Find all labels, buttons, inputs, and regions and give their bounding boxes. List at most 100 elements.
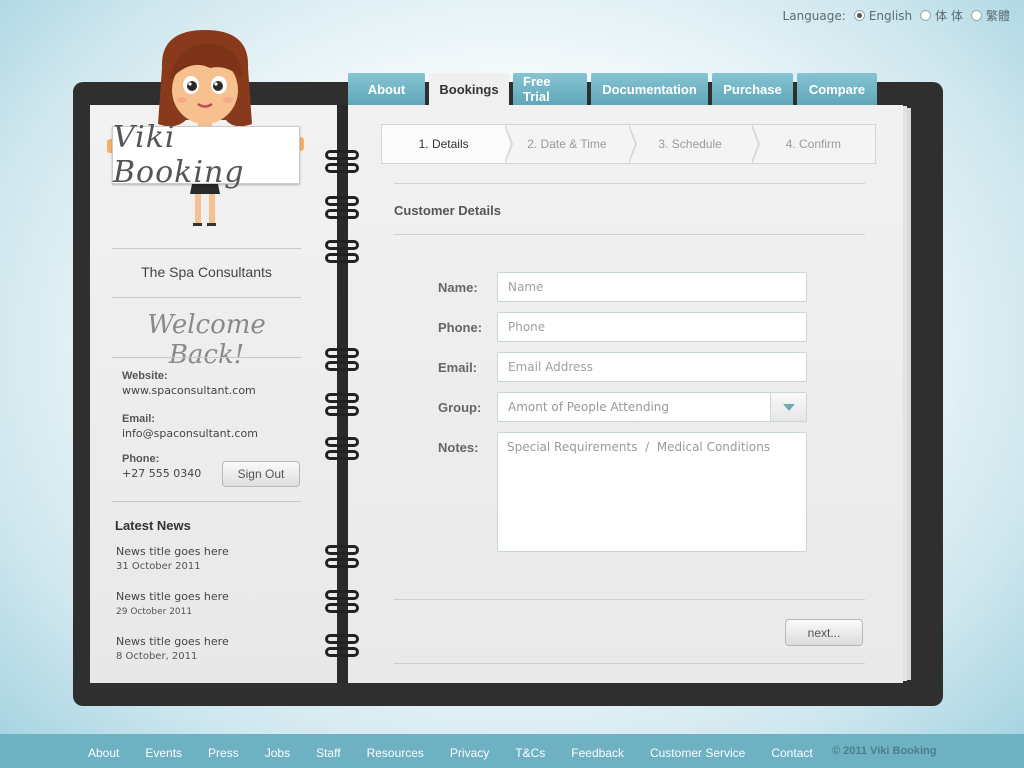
binder-ring <box>325 558 359 568</box>
binder-ring <box>325 150 359 160</box>
sign-out-button[interactable]: Sign Out <box>222 461 300 487</box>
language-bar: Language: English 体 体 繁體 <box>783 7 1010 24</box>
name-label: Name: <box>438 280 478 295</box>
binder-ring <box>325 253 359 263</box>
footer-link-resources[interactable]: Resources <box>367 746 424 760</box>
footer-link-events[interactable]: Events <box>145 746 182 760</box>
tab-bookings[interactable]: Bookings <box>429 73 509 105</box>
binder-ring <box>325 209 359 219</box>
binder-ring <box>325 603 359 613</box>
footer-link-contact[interactable]: Contact <box>771 746 812 760</box>
binder-ring <box>325 393 359 403</box>
language-option-english[interactable]: English <box>853 8 913 23</box>
notes-label: Notes: <box>438 440 479 455</box>
company-name: The Spa Consultants <box>141 264 272 280</box>
footer-link-feedback[interactable]: Feedback <box>571 746 624 760</box>
language-option-label: 繁體 <box>985 9 1010 23</box>
news-title-link[interactable]: News title goes here <box>116 635 229 648</box>
footer-link-tcs[interactable]: T&Cs <box>515 746 545 760</box>
divider <box>112 501 301 502</box>
language-option-label: 体 体 <box>935 9 963 23</box>
radio-english[interactable] <box>853 10 865 21</box>
step-label: 4. Confirm <box>785 137 842 151</box>
tab-compare[interactable]: Compare <box>797 73 877 105</box>
tab-free-trial[interactable]: Free Trial <box>513 73 587 105</box>
website-label: Website: <box>122 370 168 382</box>
news-date: 31 October 2011 <box>116 561 201 572</box>
divider <box>112 248 301 249</box>
divider <box>394 234 865 235</box>
brand-logo-text: Viki Booking <box>113 120 245 190</box>
binder-ring <box>325 361 359 371</box>
language-option-traditional[interactable]: 繁體 <box>970 7 1010 24</box>
binder-ring <box>325 406 359 416</box>
notes-textarea[interactable] <box>497 432 807 552</box>
group-select-value: Amont of People Attending <box>508 400 669 414</box>
step-date-time[interactable]: 2. Date & Time <box>505 124 637 164</box>
binder-ring <box>325 647 359 657</box>
language-label: Language: <box>782 8 846 23</box>
main-tabs: About Bookings Free Trial Documentation … <box>348 73 877 105</box>
radio-traditional[interactable] <box>970 10 982 21</box>
next-button[interactable]: next... <box>785 619 863 646</box>
divider <box>112 297 301 298</box>
step-chevron <box>504 124 514 164</box>
step-schedule[interactable]: 3. Schedule <box>629 124 760 164</box>
news-title-link[interactable]: News title goes here <box>116 545 229 558</box>
phone-value: +27 555 0340 <box>122 467 202 480</box>
divider <box>394 183 865 184</box>
binder-ring <box>325 545 359 555</box>
binder-ring <box>325 590 359 600</box>
binder-ring <box>325 240 359 250</box>
brand-sign: Viki Booking <box>112 120 300 190</box>
booking-steps: 1. Details 2. Date & Time 3. Schedule 4.… <box>381 124 876 164</box>
news-date: 29 October 2011 <box>116 607 193 617</box>
footer-link-staff[interactable]: Staff <box>316 746 340 760</box>
email-link[interactable]: info@spaconsultant.com <box>122 427 258 440</box>
latest-news-heading: Latest News <box>115 518 191 533</box>
binder-ring <box>325 348 359 358</box>
footer-link-jobs[interactable]: Jobs <box>265 746 290 760</box>
tab-about[interactable]: About <box>348 73 425 105</box>
welcome-message: Welcome Back! <box>147 310 266 370</box>
binder-ring <box>325 196 359 206</box>
radio-simplified[interactable] <box>920 10 932 21</box>
step-label: 2. Date & Time <box>527 137 607 151</box>
phone-input[interactable] <box>497 312 807 342</box>
tab-purchase[interactable]: Purchase <box>712 73 793 105</box>
dropdown-arrow-icon[interactable] <box>770 393 806 421</box>
footer-link-about[interactable]: About <box>88 746 119 760</box>
divider <box>394 599 865 600</box>
website-link[interactable]: www.spaconsultant.com <box>122 384 256 397</box>
step-chevron <box>750 124 760 164</box>
step-confirm[interactable]: 4. Confirm <box>752 125 875 163</box>
footer-link-press[interactable]: Press <box>208 746 239 760</box>
group-label: Group: <box>438 400 482 415</box>
name-input[interactable] <box>497 272 807 302</box>
binder-ring <box>325 437 359 447</box>
language-option-label: English <box>868 8 913 23</box>
group-select[interactable]: Amont of People Attending <box>497 392 807 422</box>
phone-label: Phone: <box>122 453 160 465</box>
phone-label: Phone: <box>438 320 483 335</box>
step-details[interactable]: 1. Details <box>382 124 514 164</box>
step-label: 1. Details <box>418 137 469 151</box>
binder-ring <box>325 163 359 173</box>
email-label: Email: <box>438 360 478 375</box>
news-date: 8 October, 2011 <box>116 651 198 662</box>
section-title: Customer Details <box>394 203 501 218</box>
footer-link-privacy[interactable]: Privacy <box>450 746 489 760</box>
language-option-simplified[interactable]: 体 体 <box>920 7 963 24</box>
binder-ring <box>325 634 359 644</box>
step-label: 3. Schedule <box>658 137 722 151</box>
news-title-link[interactable]: News title goes here <box>116 590 229 603</box>
footer-link-customer-service[interactable]: Customer Service <box>650 746 745 760</box>
divider <box>112 357 301 358</box>
email-input[interactable] <box>497 352 807 382</box>
footer-links: About Events Press Jobs Staff Resources … <box>88 746 839 760</box>
email-label: Email: <box>122 413 156 425</box>
divider <box>394 663 865 664</box>
step-chevron <box>627 124 637 164</box>
binder-ring <box>325 450 359 460</box>
tab-documentation[interactable]: Documentation <box>591 73 708 105</box>
